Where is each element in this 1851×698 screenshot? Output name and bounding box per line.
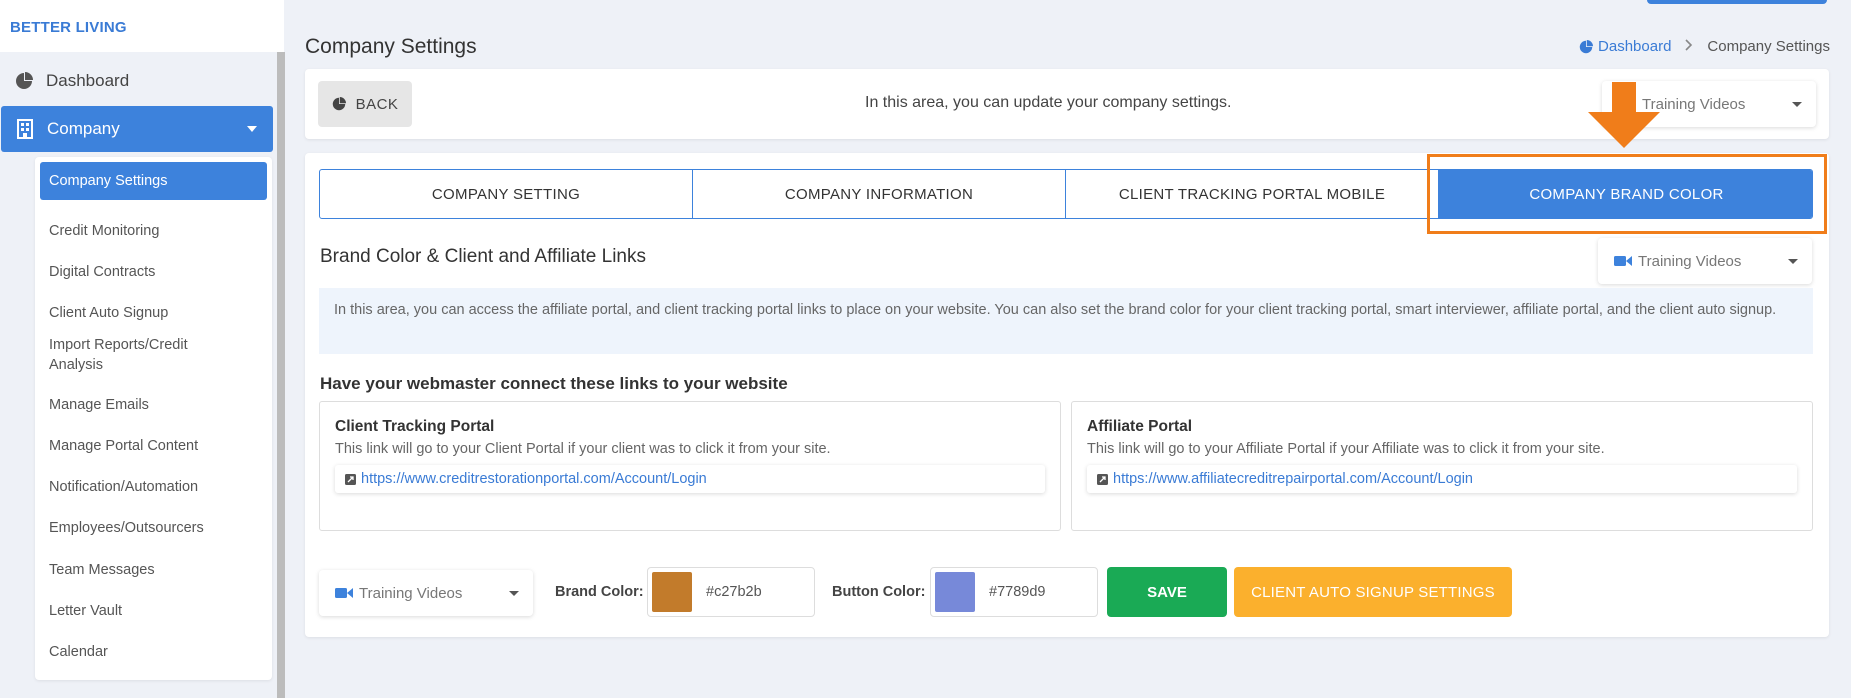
tab-company-setting[interactable]: COMPANY SETTING (320, 170, 693, 218)
button-color-swatch[interactable] (935, 572, 975, 612)
back-button-label: BACK (355, 95, 399, 113)
settings-description: In this area, you can update your compan… (865, 94, 1232, 111)
client-portal-link[interactable]: https://www.creditrestorationportal.com/… (335, 465, 1045, 493)
affiliate-portal-description: This link will go to your Affiliate Port… (1087, 441, 1605, 457)
breadcrumb-link-dashboard[interactable]: Dashboard (1579, 38, 1671, 55)
chevron-down-icon (247, 126, 257, 132)
submenu-item-employees-outsourcers[interactable]: Employees/Outsourcers (49, 518, 204, 538)
sidebar: BETTER LIVING Dashboard Company Company … (0, 0, 285, 698)
submenu-item-team-messages[interactable]: Team Messages (49, 560, 155, 580)
company-submenu: Company Settings Credit Monitoring Digit… (35, 157, 272, 680)
submenu-item-digital-contracts[interactable]: Digital Contracts (49, 262, 155, 282)
submenu-item-import-reports[interactable]: Import Reports/Credit Analysis (49, 335, 239, 375)
submenu-item-manage-emails[interactable]: Manage Emails (49, 395, 149, 415)
training-videos-label: Training Videos (1638, 252, 1742, 270)
chevron-right-icon (1685, 38, 1693, 55)
links-heading: Have your webmaster connect these links … (320, 374, 788, 393)
external-link-icon (345, 473, 356, 485)
submenu-item-credit-monitoring[interactable]: Credit Monitoring (49, 221, 159, 241)
client-portal-card: Client Tracking Portal This link will go… (319, 401, 1061, 531)
sidebar-item-label: Dashboard (46, 71, 130, 90)
top-action-button[interactable] (1647, 0, 1827, 4)
brand-color-swatch[interactable] (652, 572, 692, 612)
affiliate-portal-title: Affiliate Portal (1087, 418, 1193, 435)
brand-color-value[interactable]: #c27b2b (706, 584, 762, 600)
sidebar-item-company[interactable]: Company (1, 106, 273, 152)
tab-client-tracking-portal-mobile[interactable]: CLIENT TRACKING PORTAL MOBILE (1066, 170, 1439, 218)
sidebar-item-dashboard[interactable]: Dashboard (0, 58, 272, 104)
pie-chart-icon (14, 71, 34, 91)
client-portal-title: Client Tracking Portal (335, 418, 495, 435)
pie-chart-icon (1579, 39, 1594, 54)
submenu-item-notification-automation[interactable]: Notification/Automation (49, 477, 198, 497)
breadcrumb: Dashboard Company Settings (1579, 38, 1830, 55)
button-color-label: Button Color: (832, 584, 926, 600)
pie-chart-icon (332, 97, 346, 111)
client-auto-signup-settings-button[interactable]: CLIENT AUTO SIGNUP SETTINGS (1234, 567, 1512, 617)
save-button[interactable]: SAVE (1107, 567, 1227, 617)
brand-color-picker[interactable]: #c27b2b (647, 567, 815, 617)
submenu-item-letter-vault[interactable]: Letter Vault (49, 601, 122, 621)
video-camera-icon (1614, 255, 1632, 267)
affiliate-portal-url[interactable]: https://www.affiliatecreditrepairportal.… (1113, 471, 1473, 487)
page-title: Company Settings (305, 35, 477, 58)
chevron-down-icon (1792, 102, 1802, 107)
training-videos-label: Training Videos (359, 584, 463, 602)
info-alert: In this area, you can access the affilia… (319, 288, 1813, 354)
tab-company-information[interactable]: COMPANY INFORMATION (693, 170, 1066, 218)
building-icon (15, 119, 35, 139)
client-portal-url[interactable]: https://www.creditrestorationportal.com/… (361, 471, 707, 487)
client-portal-description: This link will go to your Client Portal … (335, 441, 831, 457)
sidebar-scrollbar[interactable] (277, 52, 285, 698)
breadcrumb-link-label: Dashboard (1598, 38, 1672, 55)
affiliate-portal-card: Affiliate Portal This link will go to yo… (1071, 401, 1813, 531)
back-button[interactable]: BACK (318, 81, 412, 127)
chevron-down-icon (1788, 259, 1798, 264)
external-link-icon (1097, 473, 1108, 485)
section-title: Brand Color & Client and Affiliate Links (320, 246, 646, 267)
highlight-annotation-box (1427, 154, 1827, 234)
brand-logo-text[interactable]: BETTER LIVING (0, 0, 284, 52)
training-videos-select[interactable]: Training Videos (1598, 238, 1812, 284)
brand-color-label: Brand Color: (555, 584, 644, 600)
breadcrumb-current: Company Settings (1707, 38, 1830, 55)
submenu-item-manage-portal-content[interactable]: Manage Portal Content (49, 436, 198, 456)
video-camera-icon (335, 587, 353, 599)
submenu-item-calendar[interactable]: Calendar (49, 642, 108, 662)
affiliate-portal-link[interactable]: https://www.affiliatecreditrepairportal.… (1087, 465, 1797, 493)
button-color-picker[interactable]: #7789d9 (930, 567, 1098, 617)
sidebar-item-label: Company (47, 119, 120, 138)
chevron-down-icon (509, 591, 519, 596)
submenu-item-client-auto-signup[interactable]: Client Auto Signup (49, 303, 168, 323)
arrow-down-icon (1588, 82, 1660, 153)
button-color-value[interactable]: #7789d9 (989, 584, 1045, 600)
training-videos-select[interactable]: Training Videos (319, 570, 533, 616)
submenu-item-company-settings[interactable]: Company Settings (40, 162, 267, 200)
